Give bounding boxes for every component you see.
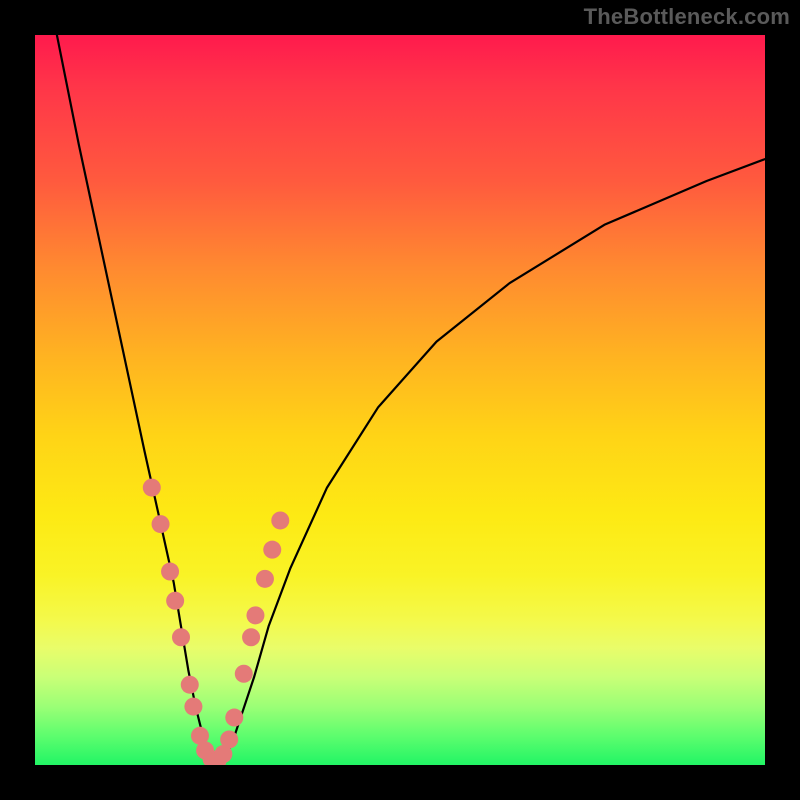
chart-overlay-svg [35, 35, 765, 765]
bottleneck-curve [57, 35, 765, 761]
highlight-dot [161, 563, 179, 581]
chart-frame: TheBottleneck.com [0, 0, 800, 800]
highlight-dots-group [143, 479, 289, 765]
highlight-dot [242, 628, 260, 646]
highlight-dot [256, 570, 274, 588]
highlight-dot [184, 698, 202, 716]
highlight-dot [166, 592, 184, 610]
highlight-dot [172, 628, 190, 646]
highlight-dot [181, 676, 199, 694]
plot-area [35, 35, 765, 765]
highlight-dot [235, 665, 253, 683]
highlight-dot [143, 479, 161, 497]
highlight-dot [225, 709, 243, 727]
highlight-dot [152, 515, 170, 533]
highlight-dot [246, 606, 264, 624]
highlight-dot [263, 541, 281, 559]
highlight-dot [220, 730, 238, 748]
watermark-text: TheBottleneck.com [584, 4, 790, 30]
highlight-dot [271, 511, 289, 529]
